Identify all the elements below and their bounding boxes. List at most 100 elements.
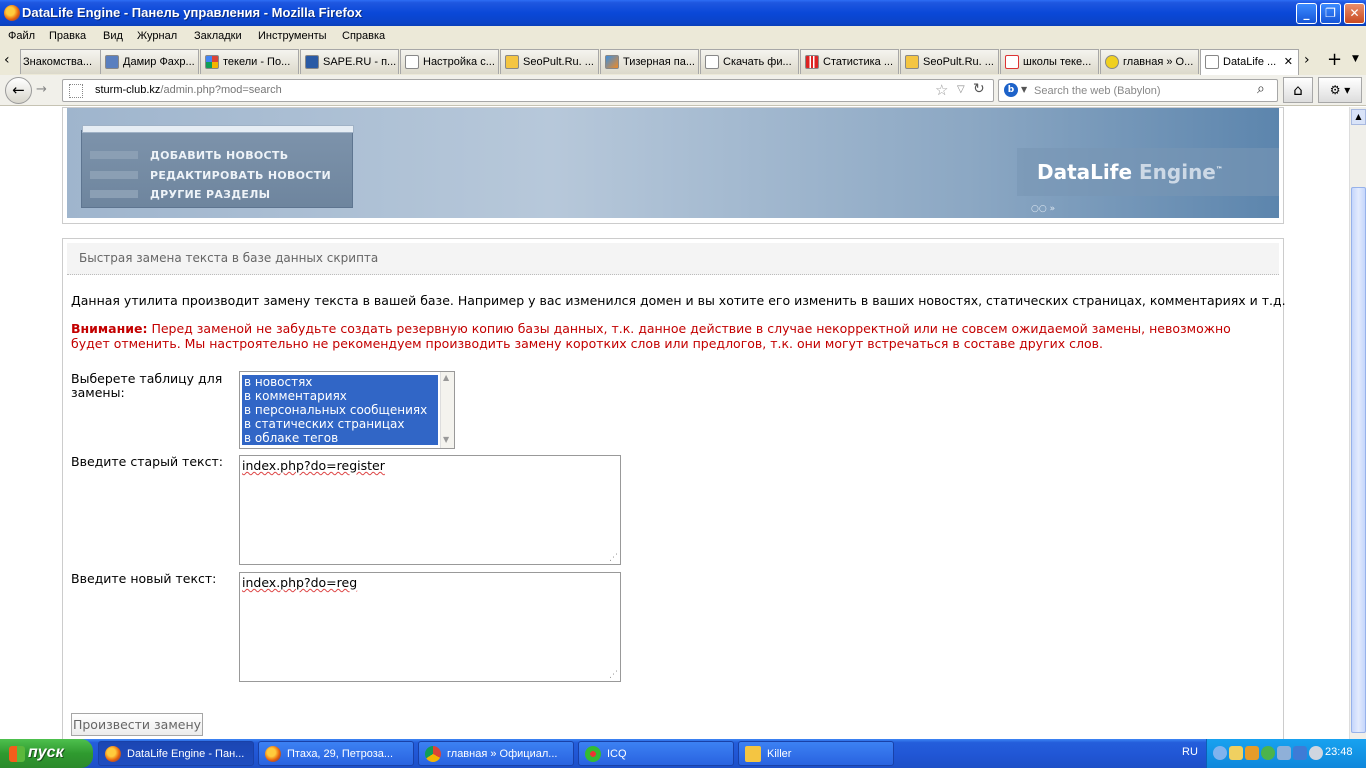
google-icon — [205, 55, 219, 69]
tab-label: Статистика ... — [823, 56, 893, 68]
start-button[interactable]: пуск — [0, 739, 93, 768]
menu-other-sections[interactable]: ДРУГИЕ РАЗДЕЛЫ — [90, 186, 344, 204]
menu-edit-news[interactable]: РЕДАКТИРОВАТЬ НОВОСТИ — [90, 167, 344, 185]
mail-icon[interactable] — [1229, 746, 1243, 760]
page-content: ДОБАВИТЬ НОВОСТЬ РЕДАКТИРОВАТЬ НОВОСТИ Д… — [0, 107, 1349, 739]
bookmark-star-icon[interactable]: ☆ — [935, 81, 948, 99]
resize-grip-icon[interactable]: ⋰ — [609, 670, 618, 680]
home-button[interactable]: ⌂ — [1283, 77, 1313, 103]
replace-button[interactable]: Произвести замену — [71, 713, 203, 736]
babylon-engine-icon[interactable]: b — [1004, 83, 1018, 97]
tab[interactable]: SeoPult.Ru. ... — [500, 49, 599, 74]
tab-label: DataLife ... — [1223, 56, 1277, 68]
blank-page-icon — [1205, 55, 1219, 69]
list-tabs-icon[interactable]: ▼ — [1352, 54, 1359, 64]
addon-menu-button[interactable]: ⚙ ▾ — [1318, 77, 1362, 103]
engine-dropdown-icon[interactable]: ▼ — [1021, 85, 1027, 94]
icq-tray-icon[interactable] — [1261, 746, 1275, 760]
new-text-field[interactable]: index.php?do=reg ⋰ — [239, 572, 621, 682]
tab[interactable]: Тизерная па... — [600, 49, 699, 74]
tab[interactable]: Дамир Фахр... — [100, 49, 199, 74]
clock: 23:48 — [1325, 746, 1353, 758]
scroll-thumb[interactable] — [1351, 187, 1366, 733]
utility-description: Данная утилита производит замену текста … — [71, 293, 1286, 308]
tab[interactable]: SAPE.RU - п... — [300, 49, 399, 74]
banner-nav-icon: ○○ » — [1031, 204, 1056, 214]
tabs-scroll-right-icon[interactable]: › — [1304, 52, 1310, 68]
tab[interactable]: текели - По... — [200, 49, 299, 74]
reload-icon[interactable]: ↻ — [973, 81, 985, 97]
firefox-icon — [105, 746, 121, 762]
tab-close-icon[interactable]: ✕ — [1284, 55, 1293, 68]
volume-icon[interactable] — [1293, 746, 1307, 760]
admin-header: ДОБАВИТЬ НОВОСТЬ РЕДАКТИРОВАТЬ НОВОСТИ Д… — [62, 107, 1284, 224]
menu-history[interactable]: Журнал — [137, 30, 177, 42]
listbox-scrollbar[interactable]: ▲ ▼ — [440, 372, 454, 448]
navigation-bar: ← → sturm-club.kz/admin.php?mod=search ☆… — [0, 75, 1366, 106]
language-indicator[interactable]: RU — [1182, 746, 1198, 758]
back-button[interactable]: ← — [5, 77, 32, 104]
taskbar-item[interactable]: DataLife Engine - Пан... — [98, 741, 254, 766]
old-text-field[interactable]: index.php?do=register ⋰ — [239, 455, 621, 565]
taskbar-item[interactable]: Killer — [738, 741, 894, 766]
network-icon[interactable] — [1277, 746, 1291, 760]
close-button[interactable]: ✕ — [1344, 3, 1365, 24]
menu-edit[interactable]: Правка — [49, 30, 86, 42]
tab-label: SeoPult.Ru. ... — [923, 56, 994, 68]
history-dropdown-icon[interactable]: ▽ — [957, 84, 965, 95]
scroll-down-icon[interactable]: ▼ — [443, 435, 449, 444]
system-tray: 23:48 — [1206, 739, 1366, 768]
sync-icon[interactable] — [1309, 746, 1323, 760]
tray-expand-icon[interactable] — [1213, 746, 1227, 760]
taskbar-item[interactable]: Птаха, 29, Петроза... — [258, 741, 414, 766]
menu-tools[interactable]: Инструменты — [258, 30, 327, 42]
address-bar[interactable]: sturm-club.kz/admin.php?mod=search ☆ ▽ ↻ — [62, 79, 994, 102]
tab[interactable]: Скачать фи... — [700, 49, 799, 74]
tab-active[interactable]: DataLife ... ✕ — [1200, 49, 1299, 75]
taskbar-item[interactable]: ICQ — [578, 741, 734, 766]
site-identity-icon[interactable] — [69, 84, 83, 98]
page-scrollbar[interactable]: ▲ — [1349, 107, 1366, 739]
menu-help[interactable]: Справка — [342, 30, 385, 42]
section-title: Быстрая замена текста в базе данных скри… — [79, 251, 379, 265]
taskbar-item[interactable]: главная » Официал... — [418, 741, 574, 766]
table-option-comments[interactable]: в комментариях — [242, 389, 438, 403]
table-option-pm[interactable]: в персональных сообщениях — [242, 403, 438, 417]
warning-label: Внимание: — [71, 321, 148, 336]
star-icon — [1105, 55, 1119, 69]
tabs-scroll-left-icon[interactable]: ‹ — [4, 52, 10, 68]
old-text-value: index.php?do=register — [242, 458, 385, 473]
maximize-button[interactable]: ❐ — [1320, 3, 1341, 24]
tab-label: SAPE.RU - п... — [323, 56, 397, 68]
table-select-label: Выберете таблицу для замены: — [71, 371, 223, 400]
search-bar[interactable]: b ▼ Search the web (Babylon) ⌕ — [998, 79, 1278, 102]
title-bar: DataLife Engine - Панель управления - Mo… — [0, 0, 1366, 26]
table-multiselect[interactable]: в новостях в комментариях в персональных… — [239, 371, 455, 449]
menu-add-news[interactable]: ДОБАВИТЬ НОВОСТЬ — [90, 147, 344, 165]
chrome-icon — [425, 746, 441, 762]
tab[interactable]: Настройка с... — [400, 49, 499, 74]
minimize-button[interactable]: _ — [1296, 3, 1317, 24]
table-option-static[interactable]: в статических страницах — [242, 417, 438, 431]
tray-app-icon[interactable] — [1245, 746, 1259, 760]
menu-file[interactable]: Файл — [8, 30, 35, 42]
tab[interactable]: главная » О... — [1100, 49, 1199, 74]
table-option-tags[interactable]: в облаке тегов — [242, 431, 438, 445]
resize-grip-icon[interactable]: ⋰ — [609, 553, 618, 563]
tab-label: Настройка с... — [423, 56, 495, 68]
firefox-icon — [265, 746, 281, 762]
new-tab-icon[interactable]: + — [1327, 49, 1342, 70]
new-text-label: Введите новый текст: — [71, 571, 217, 586]
search-icon[interactable]: ⌕ — [1257, 81, 1265, 97]
menu-bookmarks[interactable]: Закладки — [194, 30, 242, 42]
tab[interactable]: SeoPult.Ru. ... — [900, 49, 999, 74]
scroll-up-icon[interactable]: ▲ — [1351, 109, 1366, 125]
scroll-up-icon[interactable]: ▲ — [443, 373, 449, 382]
forward-button[interactable]: → — [36, 82, 47, 97]
folder-icon — [745, 746, 761, 762]
tab[interactable]: Статистика ... — [800, 49, 899, 74]
tab[interactable]: школы теке... — [1000, 49, 1099, 74]
table-option-news[interactable]: в новостях — [242, 375, 438, 389]
menu-topbar — [82, 125, 354, 133]
menu-view[interactable]: Вид — [103, 30, 123, 42]
